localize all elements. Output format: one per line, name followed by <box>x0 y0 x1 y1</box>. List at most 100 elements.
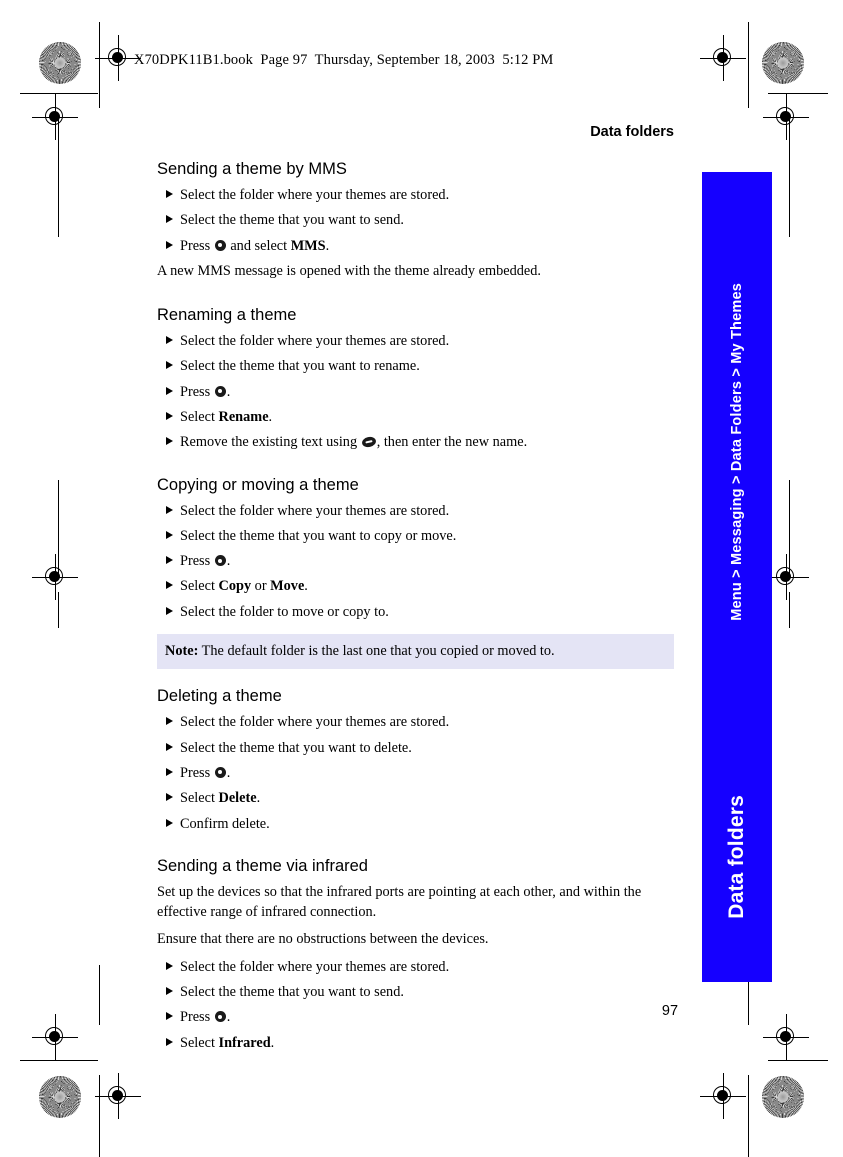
crop-rule-lower-left-horizontal <box>20 1060 98 1062</box>
step-list: Select the folder where your themes are … <box>157 501 674 622</box>
side-tab-breadcrumb-label: Menu > Messaging > Data Folders > My The… <box>729 283 745 621</box>
step-item: Press . <box>157 763 674 783</box>
step-arrow-icon <box>166 767 173 776</box>
registration-mark-right-upper <box>763 94 809 140</box>
crop-rule-right-middle-vertical-top <box>789 480 791 575</box>
emphasis-term: MMS <box>290 237 326 254</box>
note-callout: Note: The default folder is the last one… <box>157 634 674 670</box>
emphasis-term: Rename <box>218 409 269 426</box>
select-key-icon <box>214 385 226 397</box>
step-arrow-icon <box>166 215 173 224</box>
crop-rule-left-middle-vertical-bottom <box>58 592 60 628</box>
registration-mark-right-middle <box>763 554 809 600</box>
registration-mark-right-lower <box>763 1014 809 1060</box>
emphasis-term: Infrared <box>218 1034 271 1051</box>
step-arrow-icon <box>166 437 173 446</box>
step-item: Select the folder where your themes are … <box>157 712 674 732</box>
step-item: Select the theme that you want to rename… <box>157 356 674 376</box>
crop-rule-upper-right-horizontal <box>768 93 828 95</box>
step-item: Select the folder where your themes are … <box>157 501 674 521</box>
note-label: Note: <box>165 643 199 660</box>
select-key-icon <box>214 555 226 567</box>
section-heading: Copying or moving a theme <box>157 475 359 494</box>
step-arrow-icon <box>166 189 173 198</box>
step-list: Select the folder where your themes are … <box>157 712 674 833</box>
emphasis-term: Move <box>270 578 305 595</box>
step-item: Remove the existing text using , then en… <box>157 432 674 452</box>
step-item: Confirm delete. <box>157 814 674 834</box>
crop-rule-lower-right-horizontal <box>768 1060 828 1062</box>
step-arrow-icon <box>166 505 173 514</box>
crop-rule-top-left-vertical <box>99 22 101 108</box>
step-item: Select the folder where your themes are … <box>157 957 674 977</box>
print-density-starburst-bottom-right <box>762 1076 804 1118</box>
step-item: Select the theme that you want to send. <box>157 210 674 230</box>
step-item: Select Copy or Move. <box>157 576 674 596</box>
registration-mark-bottom-left <box>95 1073 141 1119</box>
side-tab-chapter-label: Data folders <box>725 795 748 919</box>
step-item: Select Rename. <box>157 407 674 427</box>
crop-rule-left-middle-vertical-top <box>58 480 60 575</box>
step-arrow-icon <box>166 386 173 395</box>
clear-key-icon <box>360 435 377 449</box>
step-arrow-icon <box>166 717 173 726</box>
main-content: Sending a theme by MMS Select the folder … <box>157 160 674 1058</box>
step-item: Select the theme that you want to copy o… <box>157 526 674 546</box>
emphasis-term: Delete <box>218 790 257 807</box>
step-arrow-icon <box>166 1037 173 1046</box>
crop-rule-upper-left-horizontal <box>20 93 98 95</box>
step-list: Select the folder where your themes are … <box>157 331 674 452</box>
step-item: Press . <box>157 1007 674 1027</box>
crop-rule-bottom-right-vertical <box>748 1075 750 1157</box>
step-arrow-icon <box>166 1012 173 1021</box>
print-density-starburst-top-right <box>762 42 804 84</box>
registration-mark-top-right <box>700 35 746 81</box>
step-arrow-icon <box>166 240 173 249</box>
step-arrow-icon <box>166 412 173 421</box>
step-arrow-icon <box>166 818 173 827</box>
step-arrow-icon <box>166 581 173 590</box>
emphasis-term: Copy <box>218 578 252 595</box>
step-arrow-icon <box>166 986 173 995</box>
side-tab-breadcrumb: Menu > Messaging > Data Folders > My The… <box>702 172 772 732</box>
crop-rule-top-right-vertical <box>748 22 750 108</box>
registration-mark-top-left <box>95 35 141 81</box>
step-arrow-icon <box>166 606 173 615</box>
step-arrow-icon <box>166 742 173 751</box>
page-number: 97 <box>661 1003 679 1019</box>
page-title: Data folders <box>590 124 674 140</box>
step-arrow-icon <box>166 961 173 970</box>
crop-rule-right-middle-vertical-bottom <box>789 592 791 628</box>
step-list: Select the folder where your themes are … <box>157 957 674 1053</box>
section-heading: Deleting a theme <box>157 687 282 706</box>
body-paragraph: Ensure that there are no obstructions be… <box>157 931 489 948</box>
step-arrow-icon <box>166 793 173 802</box>
step-item: Select the folder to move or copy to. <box>157 602 674 622</box>
crop-rule-right-upper-vertical <box>789 117 791 237</box>
crop-rule-left-upper-vertical <box>58 117 60 237</box>
step-item: Select the folder where your themes are … <box>157 331 674 351</box>
step-item: Select Delete. <box>157 788 674 808</box>
registration-mark-left-upper <box>32 94 78 140</box>
step-arrow-icon <box>166 361 173 370</box>
file-header: X70DPK11B1.book Page 97 Thursday, Septem… <box>134 52 554 68</box>
side-tab-chapter: Data folders <box>702 732 772 982</box>
section-heading: Renaming a theme <box>157 306 297 325</box>
step-item: Press . <box>157 551 674 571</box>
section-heading: Sending a theme via infrared <box>157 856 368 875</box>
body-paragraph: A new MMS message is opened with the the… <box>157 262 541 279</box>
registration-mark-left-middle <box>32 554 78 600</box>
step-item: Select the folder where your themes are … <box>157 185 674 205</box>
print-density-starburst-top-left <box>39 42 81 84</box>
step-arrow-icon <box>166 530 173 539</box>
registration-mark-bottom-right <box>700 1073 746 1119</box>
step-item: Select the theme that you want to send. <box>157 982 674 1002</box>
print-density-starburst-bottom-left <box>39 1076 81 1118</box>
step-list: Select the folder where your themes are … <box>157 185 674 256</box>
body-paragraph: Set up the devices so that the infrared … <box>157 883 642 921</box>
select-key-icon <box>214 239 226 251</box>
section-heading: Sending a theme by MMS <box>157 160 347 178</box>
